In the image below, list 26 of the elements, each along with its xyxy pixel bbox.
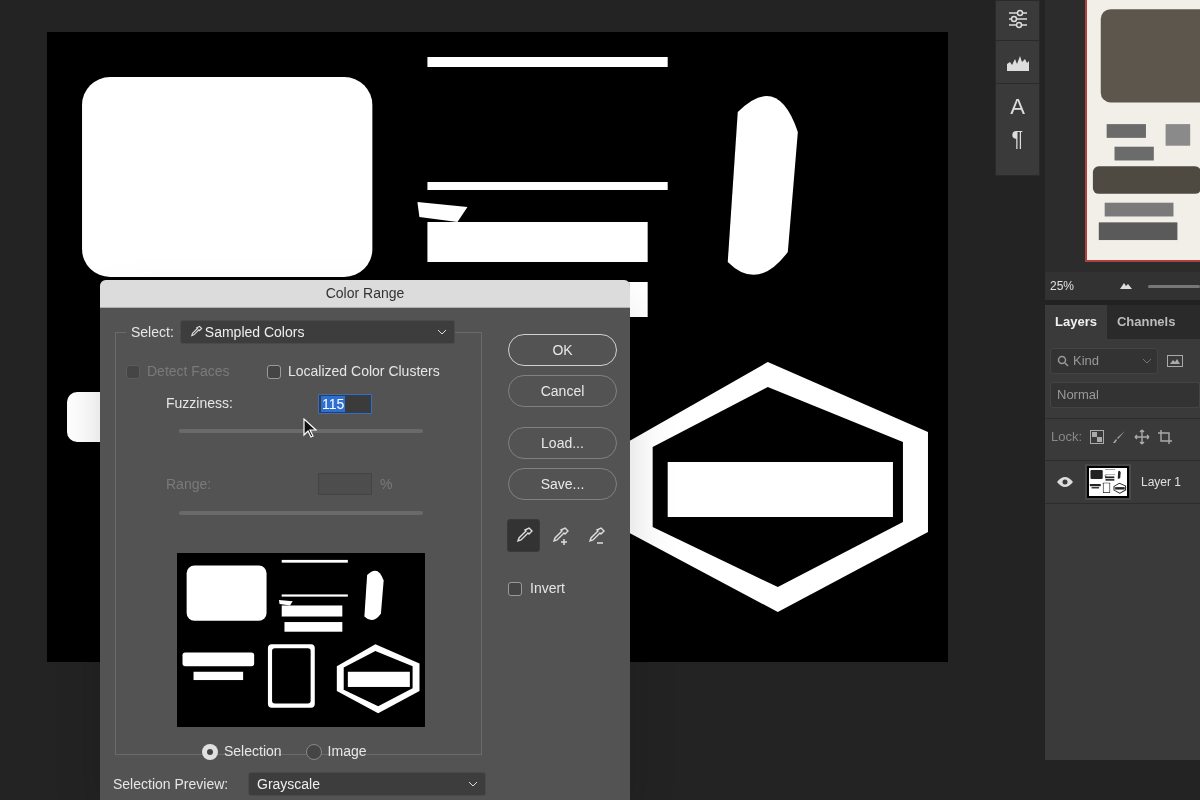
zoom-level: 25%	[1050, 278, 1076, 295]
crop-icon[interactable]	[1158, 429, 1173, 444]
blend-mode-dropdown[interactable]: Normal	[1050, 382, 1200, 408]
selection-preview-label: Selection Preview:	[113, 774, 230, 794]
mountain-icon[interactable]	[1120, 283, 1132, 289]
histogram-icon[interactable]	[1005, 55, 1030, 71]
radio-label: Image	[327, 742, 367, 761]
layer-row[interactable]: Layer 1	[1045, 460, 1200, 504]
image-filter-icon[interactable]	[1167, 355, 1183, 367]
radio-button[interactable]	[305, 743, 322, 760]
selection-preview-dropdown[interactable]: Grayscale	[248, 772, 486, 796]
character-tool[interactable]: A	[1010, 96, 1025, 118]
radio-button[interactable]	[202, 743, 218, 760]
layer-name: Layer 1	[1141, 474, 1182, 491]
checkerboard-icon[interactable]	[1090, 429, 1105, 444]
filter-dropdown[interactable]: Kind	[1050, 348, 1158, 374]
lock-label: Lock:	[1051, 427, 1083, 446]
search-icon	[1057, 355, 1069, 367]
eye-icon[interactable]	[1057, 477, 1073, 487]
radio-label: Selection	[224, 742, 282, 761]
chevron-icon	[469, 781, 477, 787]
brush-icon[interactable]	[1112, 429, 1127, 444]
move-icon[interactable]	[1134, 428, 1151, 445]
paragraph-tool[interactable]: ¶	[1011, 128, 1024, 150]
panel-tab[interactable]: Layers	[1045, 305, 1107, 339]
chevron-icon	[1143, 358, 1151, 364]
